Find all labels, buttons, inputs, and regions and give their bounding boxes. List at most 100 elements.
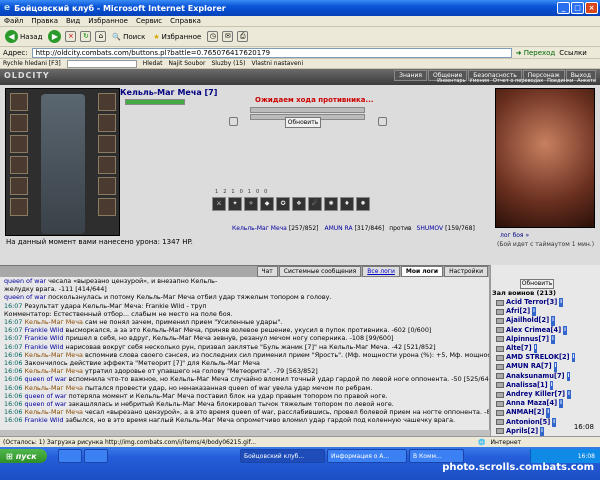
warrior-item[interactable]: Ajailhold[2] i — [496, 316, 575, 326]
chat-actor[interactable]: Кельль-Маг Меча — [24, 351, 82, 359]
menu-edit[interactable]: Правка — [31, 17, 58, 25]
address-input[interactable]: http://oldcity.combats.com/buttons.pl?ba… — [31, 47, 512, 58]
chat-actor[interactable]: queen of war — [24, 375, 66, 383]
menu-help[interactable]: Справка — [170, 17, 201, 25]
nav-knowledge[interactable]: Знания — [394, 70, 427, 81]
link-item[interactable]: Hledat — [143, 60, 163, 67]
warrior-item[interactable]: Analissa[1] i — [496, 380, 575, 391]
skill-icon[interactable]: ✧ — [244, 197, 258, 211]
warrior-item[interactable]: Alte[7] i — [496, 344, 575, 354]
equipment-slot[interactable] — [98, 198, 116, 216]
menu-favorites[interactable]: Избранное — [88, 17, 128, 25]
info-icon[interactable]: i — [551, 316, 555, 326]
skill-icon[interactable]: ☄ — [308, 197, 322, 211]
equipment-slot[interactable] — [98, 177, 116, 195]
subnav-skills[interactable]: Умения — [470, 78, 489, 84]
warrior-item[interactable]: Anna Maza[4] i — [496, 399, 575, 409]
equipment-slot[interactable] — [10, 114, 28, 132]
ally-name[interactable]: AMUN RA — [324, 225, 352, 232]
stop-icon[interactable]: × — [65, 31, 77, 42]
minimize-button[interactable]: _ — [557, 2, 570, 14]
link-item[interactable]: Sluzby (15) — [211, 60, 245, 67]
chat-actor[interactable]: Кельль-Маг Меча — [24, 408, 82, 416]
warrior-item[interactable]: Alpinnus[7] i — [496, 334, 575, 345]
warrior-item[interactable]: Acid Terror[3] i — [496, 298, 575, 308]
character-name[interactable]: Кельль-Маг Меча [7] — [120, 88, 217, 97]
skill-icon[interactable]: ❖ — [292, 197, 306, 211]
print-icon[interactable]: ⎙ — [237, 31, 249, 42]
skill-icon[interactable]: ♦ — [340, 197, 354, 211]
tab-my-logs[interactable]: Мои логи — [400, 266, 444, 277]
chat-actor[interactable]: Frankie Wild — [24, 334, 63, 342]
chat-actor[interactable]: Кельль-Маг Меча — [24, 384, 82, 392]
chat-actor[interactable]: Кельль-Маг Меча — [24, 367, 82, 375]
info-icon[interactable]: i — [546, 408, 551, 418]
warrior-item[interactable]: Anaksunamu[7] i — [496, 371, 575, 381]
tab-system[interactable]: Системные сообщения — [278, 266, 362, 277]
chat-actor[interactable]: Frankie Wild — [24, 343, 63, 351]
link-item[interactable]: Rychle hledani [F3] — [3, 60, 61, 67]
info-icon[interactable]: i — [571, 353, 576, 363]
info-icon[interactable]: i — [559, 399, 563, 409]
equipment-slot[interactable] — [98, 93, 116, 111]
subnav-profile[interactable]: Анкета — [577, 78, 596, 84]
taskbar-item[interactable]: Бойцовский клуб... — [240, 449, 325, 463]
info-icon[interactable]: i — [553, 362, 558, 372]
equipment-slot[interactable] — [98, 114, 116, 132]
menu-tools[interactable]: Сервис — [136, 17, 162, 25]
refresh-button[interactable]: Обновить — [285, 117, 321, 128]
link-item[interactable]: Vlastni nastaveni — [251, 60, 303, 67]
player-name[interactable]: Кельль-Маг Меча — [232, 225, 287, 232]
battle-log-link[interactable]: лог боя » — [500, 232, 529, 239]
chat-actor[interactable]: queen of war — [24, 400, 66, 408]
menu-file[interactable]: Файл — [4, 17, 23, 25]
enemy-name[interactable]: SHUMOV — [417, 225, 444, 232]
info-icon[interactable]: i — [552, 417, 556, 427]
chat-actor[interactable]: queen of war — [24, 392, 66, 400]
warrior-item[interactable]: Afri[2] i — [496, 307, 575, 317]
refresh-icon[interactable]: ↻ — [80, 31, 92, 42]
link-search-box[interactable] — [66, 59, 137, 68]
info-icon[interactable]: i — [550, 334, 555, 345]
start-button[interactable]: ⊞ пуск — [0, 449, 47, 463]
skill-icon[interactable]: ✺ — [324, 197, 338, 211]
close-button[interactable]: × — [585, 2, 598, 14]
info-icon[interactable]: i — [566, 371, 571, 381]
warrior-item[interactable]: Aprils[2] i — [496, 426, 575, 437]
chat-actor[interactable]: Frankie Wild — [24, 326, 63, 334]
go-button[interactable]: ➜ Переход — [516, 49, 556, 57]
equipment-slot[interactable] — [10, 135, 28, 153]
tab-settings[interactable]: Настройки — [444, 266, 488, 277]
info-icon[interactable]: i — [533, 344, 538, 354]
forward-button[interactable]: ▶ — [48, 30, 62, 43]
equipment-slot[interactable] — [98, 156, 116, 174]
home-icon[interactable]: ⌂ — [95, 31, 107, 42]
taskbar-item[interactable] — [58, 449, 82, 463]
taskbar-item[interactable]: Информация о А... — [327, 449, 407, 463]
equipment-slot[interactable] — [10, 93, 28, 111]
sidebar-refresh-button[interactable]: Обновить — [520, 279, 554, 289]
link-item[interactable]: Najit Soubor — [168, 60, 205, 67]
links-label[interactable]: Ссылки — [559, 49, 587, 57]
search-button[interactable]: 🔍 Поиск — [110, 33, 147, 41]
skill-icon[interactable]: ✹ — [356, 197, 370, 211]
chat-actor[interactable]: Frankie Wild — [24, 416, 63, 424]
equipment-slot[interactable] — [10, 177, 28, 195]
skill-icon[interactable]: ⚔ — [212, 197, 226, 211]
mail-icon[interactable]: ✉ — [222, 31, 234, 42]
subnav-duels[interactable]: Поединки — [547, 78, 573, 84]
tab-chat[interactable]: Чат — [256, 266, 278, 277]
history-icon[interactable]: ◷ — [207, 31, 219, 42]
favorites-button[interactable]: ★ Избранное — [151, 33, 203, 41]
info-icon[interactable]: i — [540, 426, 544, 437]
taskbar-item[interactable]: В Комм... — [409, 449, 464, 463]
subnav-transfers[interactable]: Отчет о переводах — [493, 78, 543, 84]
maximize-button[interactable]: □ — [571, 2, 584, 14]
subnav-inventory[interactable]: Инвентарь — [437, 78, 465, 84]
warrior-item[interactable]: Alex Crimea[4] i — [496, 325, 575, 335]
taskbar-item[interactable] — [84, 449, 108, 463]
menu-view[interactable]: Вид — [66, 17, 80, 25]
warrior-item[interactable]: AMD STRELOK[2] i — [496, 353, 576, 363]
info-icon[interactable]: i — [563, 325, 567, 335]
chat-actor[interactable]: queen of war — [4, 293, 46, 301]
